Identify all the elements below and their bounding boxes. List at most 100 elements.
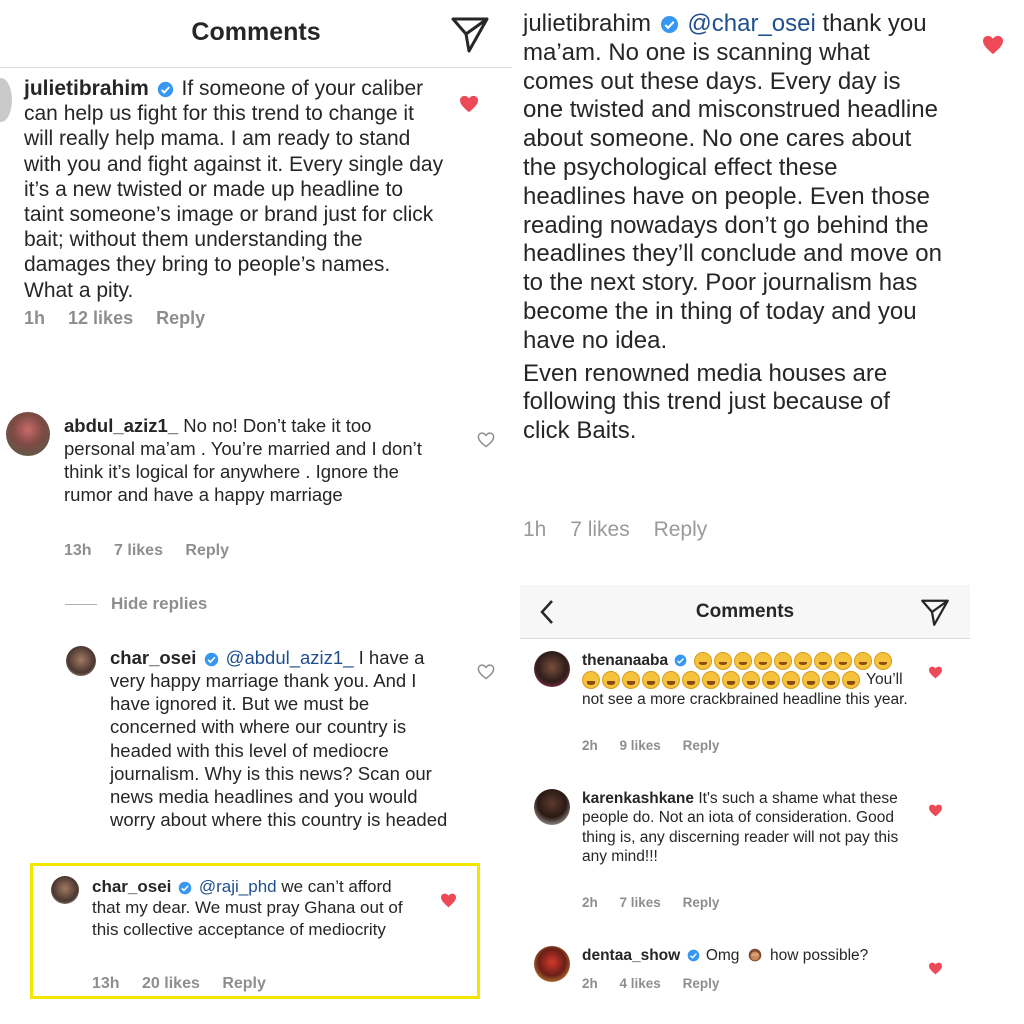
verified-badge-icon xyxy=(204,652,218,666)
comment-text: thank you ma’am. No one is scanning what… xyxy=(523,10,942,354)
comment-username[interactable]: julietibrahim xyxy=(24,77,149,100)
avatar[interactable] xyxy=(0,78,12,122)
reply-button[interactable]: Reply xyxy=(683,738,720,753)
tears-of-joy-emoji-icon xyxy=(742,671,760,690)
avatar[interactable] xyxy=(534,789,570,825)
heart-filled-icon[interactable] xyxy=(459,95,479,113)
comment-meta: 2h 4 likes Reply xyxy=(582,976,737,991)
heart-outline-icon[interactable] xyxy=(477,664,495,680)
avatar[interactable] xyxy=(51,876,79,904)
heart-outline-icon[interactable] xyxy=(477,432,495,448)
tears-of-joy-emoji-icon xyxy=(833,651,852,670)
comment-time: 2h xyxy=(582,738,598,753)
likes-count[interactable]: 9 likes xyxy=(620,738,661,753)
verified-badge-icon xyxy=(660,16,678,34)
reply-char_osei-2: char_osei @raji_phd we can’t afford that… xyxy=(92,876,422,940)
tears-of-joy-emoji-icon xyxy=(822,671,840,690)
comment-meta: 13h 7 likes Reply xyxy=(64,542,247,560)
tears-of-joy-emoji-icon xyxy=(773,651,792,670)
comment-text: If someone of your caliber can help us f… xyxy=(24,77,444,302)
tears-of-joy-emoji-icon xyxy=(662,671,680,690)
likes-count[interactable]: 12 likes xyxy=(68,308,133,328)
left-comments-panel: Comments julietibrahim If someone of you… xyxy=(0,0,512,1024)
tears-of-joy-emoji-icon xyxy=(733,651,752,670)
comment-julietibrahim-reply: julietibrahim @char_osei thank you ma’am… xyxy=(523,10,943,446)
comment-username[interactable]: thenanaaba xyxy=(582,652,668,669)
heart-filled-icon[interactable] xyxy=(982,35,1004,55)
heart-filled-icon[interactable] xyxy=(440,893,457,908)
comment-text-continued: Even renowned media houses are following… xyxy=(523,359,890,445)
tears-of-joy-emoji-icon xyxy=(873,651,892,670)
avatar[interactable] xyxy=(66,646,96,676)
avatar[interactable] xyxy=(534,651,570,687)
comment-time: 2h xyxy=(582,976,598,991)
avatar[interactable] xyxy=(6,412,50,456)
comment-thenanaaba: thenanaaba You’ll not see a more crackbr… xyxy=(582,651,912,709)
reply-char_osei-1: char_osei @abdul_aziz1_ I have a very ha… xyxy=(110,646,455,831)
comment-dentaa_show: dentaa_show Omg how possible? xyxy=(582,946,922,965)
mention-link[interactable]: @raji_phd xyxy=(199,877,277,896)
avatar[interactable] xyxy=(534,946,570,982)
likes-count[interactable]: 7 likes xyxy=(570,518,630,541)
comment-text: Omg xyxy=(705,947,740,964)
reply-button[interactable]: Reply xyxy=(683,976,720,991)
reply-button[interactable]: Reply xyxy=(654,518,708,541)
heart-filled-icon[interactable] xyxy=(928,962,943,975)
likes-count[interactable]: 7 likes xyxy=(114,542,163,559)
tears-of-joy-emoji-icon xyxy=(713,651,732,670)
verified-badge-icon xyxy=(687,950,699,962)
woman-facepalming-emoji-icon xyxy=(748,948,762,962)
send-icon[interactable] xyxy=(920,597,950,627)
mention-link[interactable]: @char_osei xyxy=(687,10,815,37)
heart-filled-icon[interactable] xyxy=(928,666,943,679)
right-comment-panel: julietibrahim @char_osei thank you ma’am… xyxy=(512,0,1024,585)
comment-username[interactable]: char_osei xyxy=(92,877,171,896)
tears-of-joy-emoji-icon xyxy=(702,671,720,690)
comment-meta: 13h 20 likes Reply xyxy=(92,975,284,993)
comment-username[interactable]: julietibrahim xyxy=(523,10,651,37)
divider xyxy=(65,604,97,606)
comments-header: Comments xyxy=(0,0,512,68)
tears-of-joy-emoji-icon xyxy=(582,671,600,690)
verified-badge-icon xyxy=(178,881,192,894)
comment-time: 13h xyxy=(92,975,120,992)
tears-of-joy-emoji-icon xyxy=(722,671,740,690)
comment-time: 2h xyxy=(582,895,598,910)
heart-filled-icon[interactable] xyxy=(928,804,943,817)
tears-of-joy-emoji-icon xyxy=(693,651,712,670)
comment-text: how possible? xyxy=(770,947,869,964)
reply-button[interactable]: Reply xyxy=(156,308,205,328)
tears-of-joy-emoji-icon xyxy=(853,651,872,670)
likes-count[interactable]: 20 likes xyxy=(142,975,200,992)
tears-of-joy-emoji-icon xyxy=(782,671,800,690)
verified-badge-icon xyxy=(675,655,687,667)
tears-of-joy-emoji-icon xyxy=(753,651,772,670)
reply-button[interactable]: Reply xyxy=(683,895,720,910)
comment-julietibrahim: julietibrahim If someone of your caliber… xyxy=(24,76,444,303)
send-icon[interactable] xyxy=(450,14,490,54)
comment-time: 13h xyxy=(64,542,92,559)
comment-username[interactable]: dentaa_show xyxy=(582,947,680,964)
tears-of-joy-emoji-icon xyxy=(813,651,832,670)
tears-of-joy-emoji-icon xyxy=(762,671,780,690)
comment-username[interactable]: karenkashkane xyxy=(582,790,694,807)
comment-karenkashkane: karenkashkane It's such a shame what the… xyxy=(582,789,912,867)
comment-username[interactable]: char_osei xyxy=(110,647,196,668)
reply-button[interactable]: Reply xyxy=(222,975,266,992)
comment-time: 1h xyxy=(24,308,46,328)
likes-count[interactable]: 7 likes xyxy=(620,895,661,910)
comment-time: 1h xyxy=(523,518,547,541)
tears-of-joy-emoji-icon xyxy=(842,671,860,690)
reply-button[interactable]: Reply xyxy=(185,542,229,559)
comments-header: Comments xyxy=(520,585,970,639)
hide-replies-button[interactable]: Hide replies xyxy=(65,594,207,614)
tears-of-joy-emoji-icon xyxy=(642,671,660,690)
likes-count[interactable]: 4 likes xyxy=(620,976,661,991)
comment-meta: 2h 7 likes Reply xyxy=(582,895,737,910)
comment-meta: 1h 12 likes Reply xyxy=(24,308,223,329)
header-title: Comments xyxy=(695,601,795,622)
tears-of-joy-emoji-icon xyxy=(682,671,700,690)
tears-of-joy-emoji-icon xyxy=(793,651,812,670)
mention-link[interactable]: @abdul_aziz1_ xyxy=(226,647,354,668)
comment-username[interactable]: abdul_aziz1_ xyxy=(64,415,178,436)
